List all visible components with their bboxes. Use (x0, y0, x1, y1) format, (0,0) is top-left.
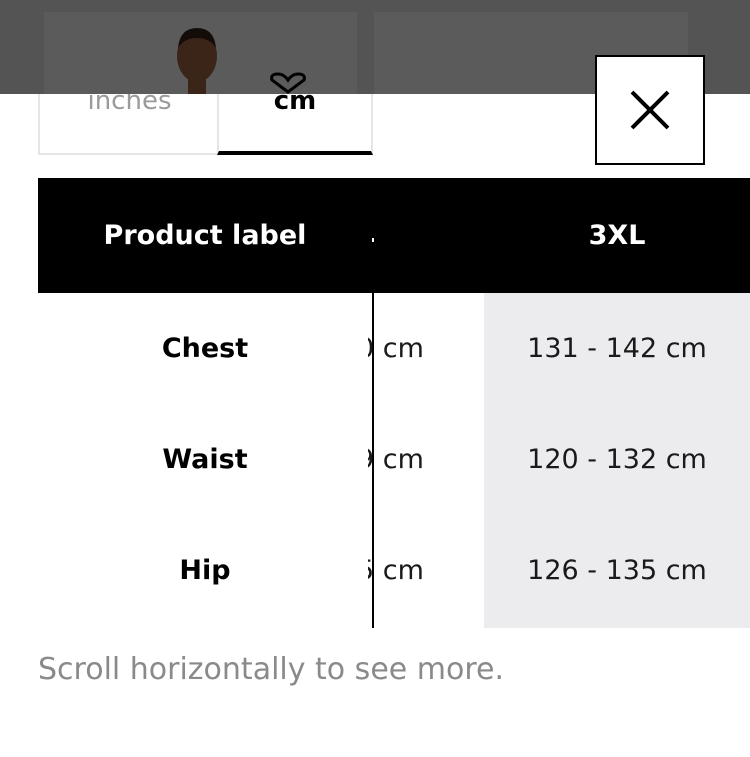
model-thumbnail (177, 28, 217, 94)
row-value-3xl: 131 - 142 cm (527, 333, 707, 364)
row-label-chest: Chest (161, 333, 249, 364)
scroll-hint: Scroll horizontally to see more. (38, 652, 505, 687)
header-size-3xl: 3XL (588, 220, 646, 251)
header-product-label: Product label (103, 220, 307, 251)
row-partial-value: 0 cm (368, 293, 478, 404)
row-partial-value: 9 cm (368, 404, 478, 515)
wishlist-heart-icon[interactable] (266, 72, 310, 94)
header-divider-mark (372, 238, 374, 242)
row-value-3xl: 120 - 132 cm (527, 444, 707, 475)
table-row: Chest 0 cm 131 - 142 cm (38, 293, 750, 404)
close-button[interactable] (595, 55, 705, 165)
row-value-3xl: 126 - 135 cm (527, 555, 707, 586)
partial-value-text: 5 cm (368, 555, 424, 586)
row-partial-value: 5 cm (368, 515, 478, 626)
row-label-hip: Hip (179, 555, 231, 586)
row-label-waist: Waist (162, 444, 248, 475)
close-icon (630, 90, 670, 130)
partial-value-text: 0 cm (368, 333, 424, 364)
partial-value-text: 9 cm (368, 444, 424, 475)
table-header: Product label 3XL (38, 178, 750, 293)
table-row: Hip 5 cm 126 - 135 cm (38, 515, 750, 626)
table-row: Waist 9 cm 120 - 132 cm (38, 404, 750, 515)
